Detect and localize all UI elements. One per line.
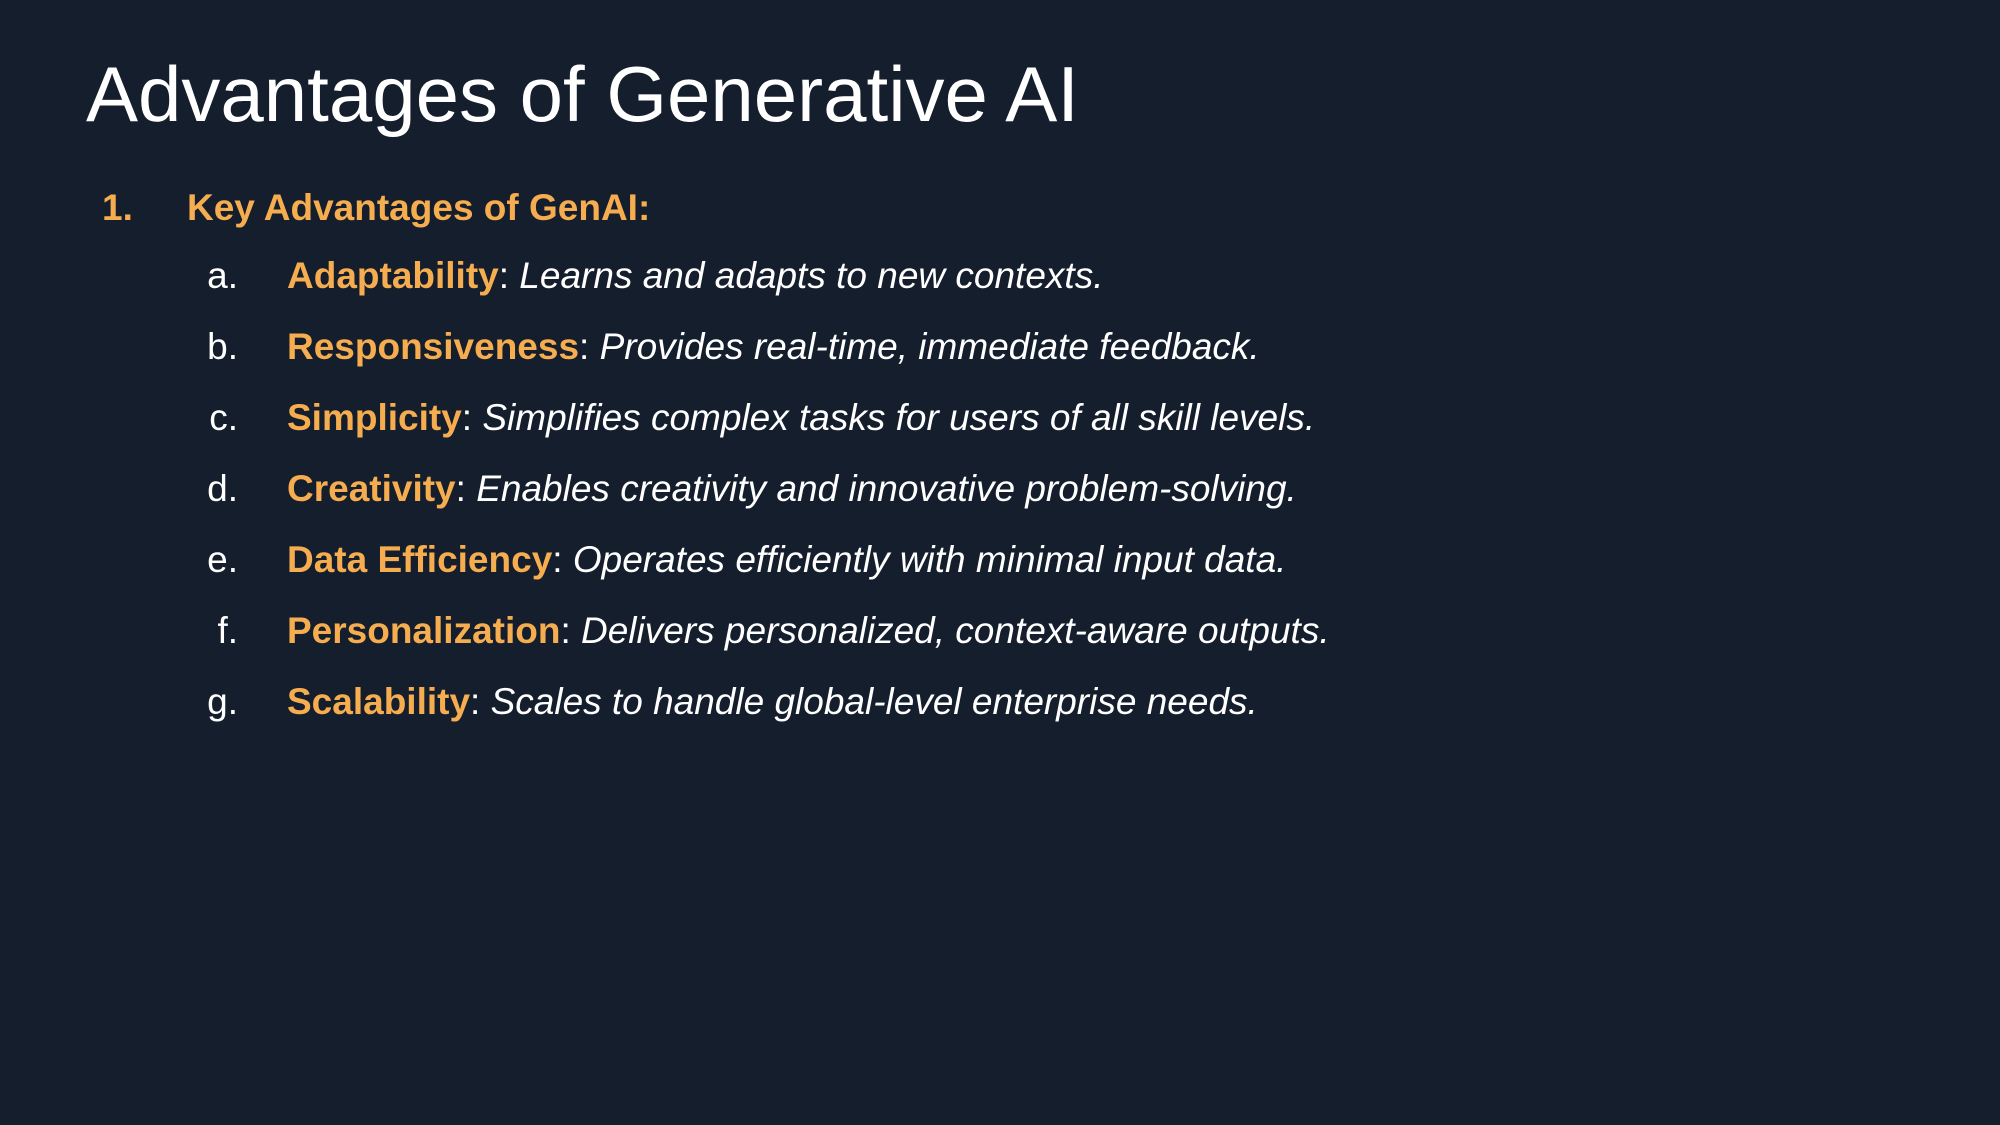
item-colon: : (498, 255, 510, 296)
slide-title: Advantages of Generative AI (86, 50, 1079, 138)
item-description: Operates efficiently with minimal input … (562, 539, 1287, 580)
list-item: g. Scalability: Scales to handle global-… (0, 674, 2000, 745)
item-description: Enables creativity and innovative proble… (465, 468, 1297, 509)
list-item: a. Adaptability: Learns and adapts to ne… (0, 248, 2000, 319)
item-description: Provides real-time, immediate feedback. (589, 326, 1260, 367)
item-colon: : (470, 681, 481, 722)
item-term: Scalability (287, 681, 471, 722)
list-item-section: 1. Key Advantages of GenAI: (0, 180, 2000, 236)
item-colon: : (579, 326, 590, 367)
item-marker: e. (207, 539, 238, 580)
item-marker: c. (209, 397, 238, 438)
item-colon: : (455, 468, 466, 509)
item-text: Simplicity: Simplifies complex tasks for… (287, 390, 1315, 446)
list-item: e. Data Efficiency: Operates efficiently… (0, 532, 2000, 603)
numbered-list: 1. Key Advantages of GenAI: (0, 180, 2000, 236)
item-colon: : (552, 539, 563, 580)
item-term: Adaptability (287, 255, 499, 296)
section-number: 1. (102, 187, 133, 228)
item-term: Creativity (287, 468, 456, 509)
slide: Advantages of Generative AI 1. Key Advan… (0, 0, 2000, 1125)
list-item: d. Creativity: Enables creativity and in… (0, 461, 2000, 532)
item-marker: b. (207, 326, 238, 367)
item-description: Learns and adapts to new contexts. (509, 255, 1104, 296)
item-description: Delivers personalized, context-aware out… (570, 610, 1330, 651)
item-text: Responsiveness: Provides real-time, imme… (287, 319, 1260, 375)
item-colon: : (461, 397, 473, 438)
item-description: Scales to handle global-level enterprise… (480, 681, 1258, 722)
item-text: Creativity: Enables creativity and innov… (287, 461, 1297, 517)
item-text: Adaptability: Learns and adapts to new c… (287, 248, 1103, 304)
list-item: b. Responsiveness: Provides real-time, i… (0, 319, 2000, 390)
list-item: c. Simplicity: Simplifies complex tasks … (0, 390, 2000, 461)
item-marker: f. (217, 610, 238, 651)
item-text: Data Efficiency: Operates efficiently wi… (287, 532, 1286, 588)
item-text: Personalization: Delivers personalized, … (287, 603, 1330, 659)
item-colon: : (560, 610, 571, 651)
item-marker: d. (207, 468, 238, 509)
item-term: Data Efficiency (287, 539, 553, 580)
item-term: Simplicity (287, 397, 462, 438)
item-marker: a. (207, 255, 238, 296)
item-marker: g. (207, 681, 238, 722)
sub-list: a. Adaptability: Learns and adapts to ne… (0, 248, 2000, 745)
item-term: Responsiveness (287, 326, 580, 367)
section-heading: Key Advantages of GenAI: (187, 187, 651, 228)
item-text: Scalability: Scales to handle global-lev… (287, 674, 1258, 730)
item-description: Simplifies complex tasks for users of al… (472, 397, 1316, 438)
item-term: Personalization (287, 610, 561, 651)
list-item: f. Personalization: Delivers personalize… (0, 603, 2000, 674)
